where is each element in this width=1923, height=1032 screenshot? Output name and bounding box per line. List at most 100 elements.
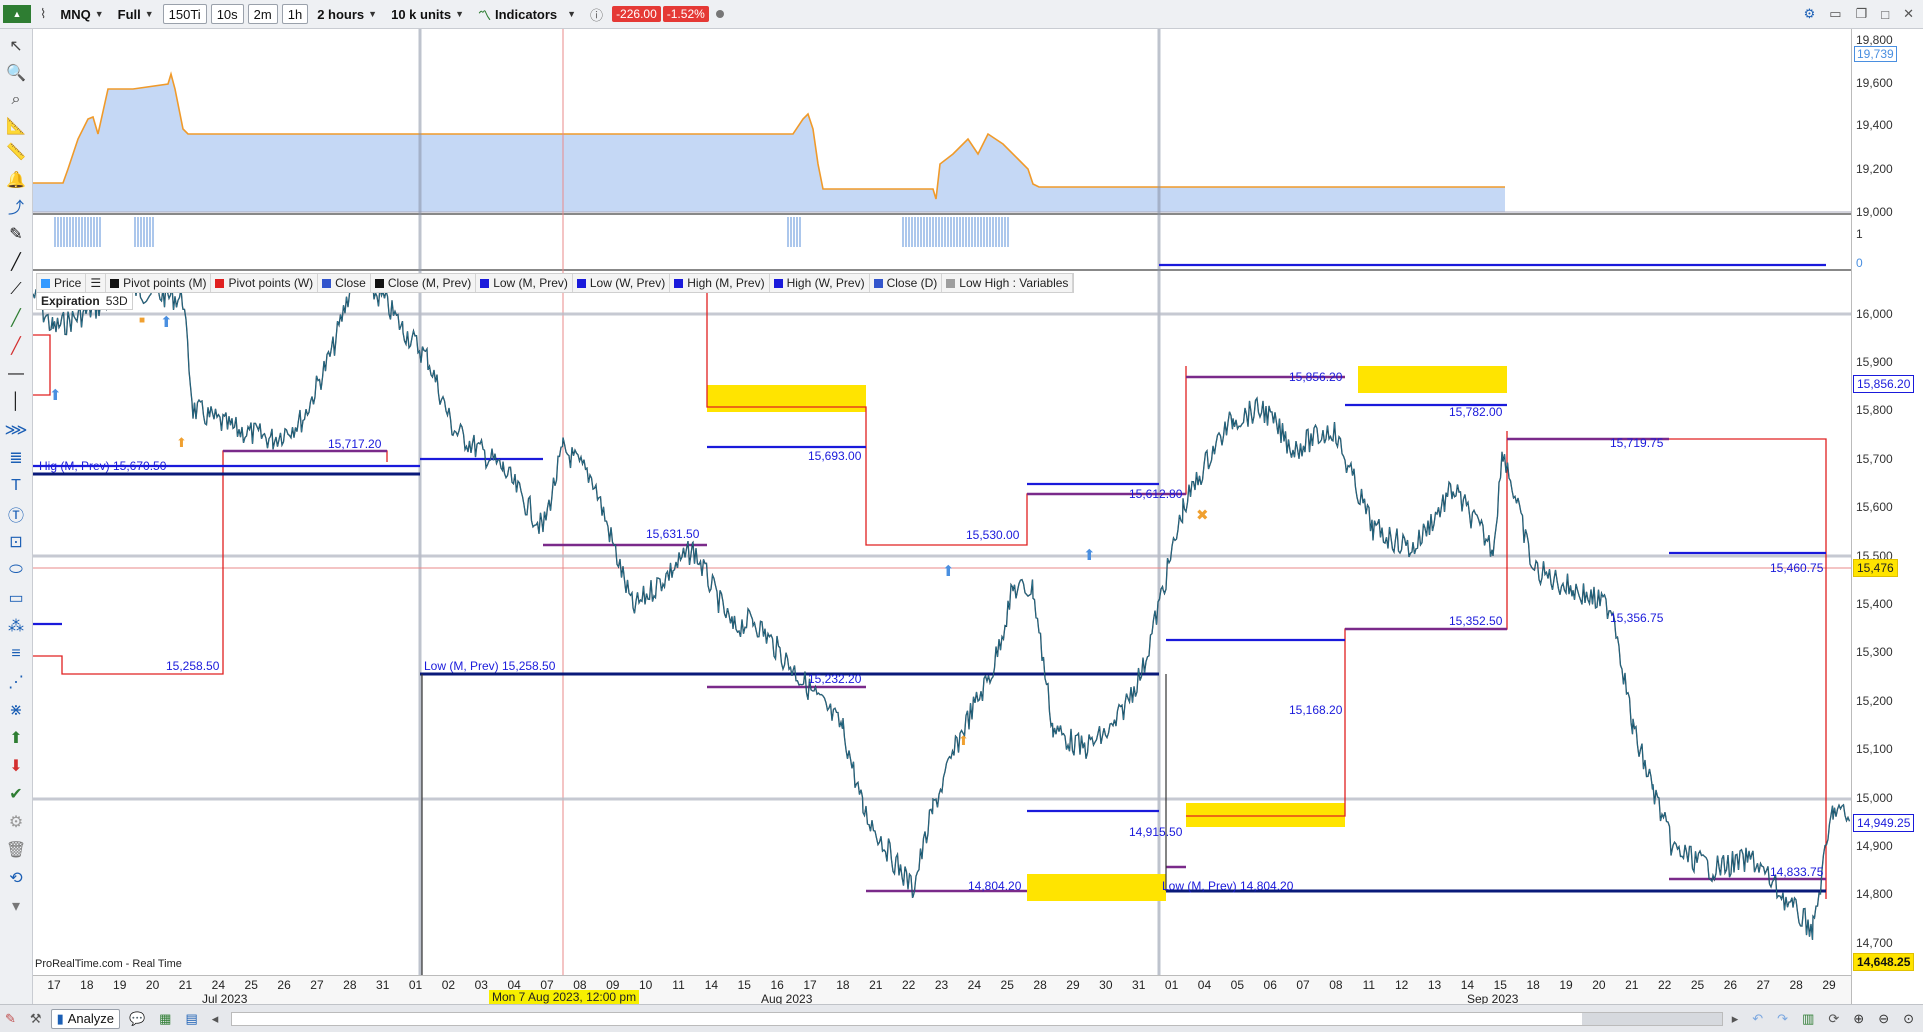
chart-type-icon[interactable]: ⌇	[35, 4, 51, 24]
ruler-icon[interactable]: 📏	[4, 141, 28, 163]
info-icon[interactable]: ⓘ	[585, 4, 608, 24]
legend-item-close[interactable]: Close	[318, 274, 371, 292]
legend-label: Close (M, Prev)	[387, 276, 472, 290]
chart-settings-icon[interactable]: ▥	[1797, 1009, 1819, 1029]
zoom-area-icon[interactable]: ⌕	[4, 89, 28, 111]
grid-icon[interactable]: ▦	[154, 1009, 176, 1029]
text-tool-icon[interactable]: T	[4, 475, 28, 497]
zoom-fit-icon[interactable]: ⊙	[1898, 1009, 1919, 1029]
close-icon[interactable]: ✕	[1898, 4, 1919, 24]
pointer-icon[interactable]: ↖	[4, 35, 28, 57]
day-label: 26	[277, 978, 291, 992]
text-circle-icon[interactable]: Ⓣ	[4, 503, 28, 525]
day-label: 18	[1526, 978, 1540, 992]
sell-arrow-icon[interactable]: ⬇	[4, 755, 28, 777]
tools-icon[interactable]: ⚒	[25, 1009, 47, 1029]
pencil-icon[interactable]: ✎	[4, 223, 28, 245]
fib-fan-icon[interactable]: ≡	[4, 643, 28, 665]
maximize-icon[interactable]: □	[1876, 4, 1894, 24]
range-selector[interactable]: 2 hours ▼	[312, 4, 382, 24]
interval-10s[interactable]: 10s	[210, 4, 244, 24]
gann-fan-icon[interactable]: ⋰	[4, 671, 28, 693]
interval-2m[interactable]: 2m	[247, 4, 278, 24]
gann-icon[interactable]: ⊡	[4, 531, 28, 553]
upper-axis-label: 1	[1856, 227, 1863, 241]
interval-150ti[interactable]: 150Ti	[162, 4, 207, 24]
settings-wheel-icon[interactable]: ⚙	[4, 811, 28, 833]
horizontal-scrollbar[interactable]	[231, 1011, 1723, 1026]
check-icon[interactable]: ✔	[4, 783, 28, 805]
draw-icon[interactable]: ✎	[0, 1009, 21, 1029]
fibonacci-icon[interactable]: ≣	[4, 447, 28, 469]
buy-arrow-icon[interactable]: ⬆	[4, 727, 28, 749]
svg-text:■: ■	[139, 315, 145, 326]
day-label: 16	[770, 978, 784, 992]
restore-icon[interactable]: ❐	[1851, 4, 1873, 24]
analyze-button[interactable]: ▮ Analyze	[50, 1008, 120, 1029]
analyze-icon: ▮	[56, 1010, 64, 1026]
zoom-icon[interactable]: 🔍	[4, 62, 28, 84]
price-chart[interactable]: ⬆ ⬆ ■ ⬆ ⬆ ⬆ ✖ ⬆	[33, 29, 1851, 975]
day-label: 19	[113, 978, 127, 992]
red-line-icon[interactable]: ╱	[4, 335, 28, 357]
day-label: 12	[1394, 978, 1409, 992]
scroll-left-icon[interactable]: ◂	[207, 1009, 224, 1029]
price-tick: 15,900	[1856, 355, 1893, 369]
trend-tool-icon[interactable]: ⤴	[4, 195, 28, 217]
measure-icon[interactable]: 📐	[4, 115, 28, 137]
line-tool-icon[interactable]: ╱	[4, 251, 28, 273]
sync-icon[interactable]: ⟲	[4, 867, 28, 889]
redo-icon[interactable]: ↷	[1772, 1009, 1793, 1029]
range-label: 2 hours	[317, 6, 365, 22]
legend-item-pivot-w[interactable]: Pivot points (W)	[211, 274, 319, 292]
rectangle-icon[interactable]: ▭	[4, 587, 28, 609]
zoom-out-icon[interactable]: ⊖	[1873, 1009, 1894, 1029]
alert-bell-icon[interactable]: 🔔	[4, 169, 28, 191]
legend-item-high-w-prev[interactable]: High (W, Prev)	[770, 274, 870, 292]
undo-icon[interactable]: ↶	[1747, 1009, 1768, 1029]
price-tick: 14,800	[1856, 887, 1893, 901]
channel-icon[interactable]: ⋙	[4, 419, 28, 441]
scroll-down-icon[interactable]: ▾	[4, 895, 28, 917]
price-axis[interactable]: 19,800 19,739 19,600 19,400 19,200 19,00…	[1851, 29, 1923, 1004]
trash-icon[interactable]: 🗑	[4, 839, 28, 861]
interval-1h[interactable]: 1h	[281, 4, 309, 24]
vertical-line-icon[interactable]: │	[4, 391, 28, 413]
day-label: 25	[244, 978, 258, 992]
legend-item-high-m-prev[interactable]: High (M, Prev)	[670, 274, 770, 292]
horizontal-line-icon[interactable]: —	[4, 363, 28, 385]
legend-menu[interactable]: ☰	[86, 274, 107, 292]
minimize-icon[interactable]: ▭	[1824, 4, 1846, 24]
pattern-icon[interactable]: ⁂	[4, 615, 28, 637]
zoom-in-icon[interactable]: ⊕	[1848, 1009, 1869, 1029]
day-label: 18	[836, 978, 850, 992]
upper-axis-label: 19,800	[1856, 33, 1893, 47]
legend-item-close-m-prev[interactable]: Close (M, Prev)	[371, 274, 477, 292]
andrews-icon[interactable]: ⋇	[4, 699, 28, 721]
legend-label: Close (D)	[886, 276, 938, 290]
ellipse-icon[interactable]: ⬭	[4, 559, 28, 581]
app-logo-icon[interactable]: ▲	[3, 5, 31, 23]
date-axis[interactable]: Jul 2023 Aug 2023 Sep 2023 Mon 7 Aug 202…	[33, 975, 1851, 1006]
refresh-icon[interactable]: ⟳	[1823, 1009, 1844, 1029]
green-line-icon[interactable]: ╱	[4, 307, 28, 329]
upper-axis-current: 19,739	[1854, 46, 1897, 62]
settings-icon[interactable]: ⚙	[1799, 4, 1821, 24]
day-label: 04	[1197, 978, 1212, 992]
layout-icon[interactable]: ▤	[180, 1009, 202, 1029]
chat-icon[interactable]: 💬	[124, 1009, 150, 1029]
legend-item-low-high[interactable]: Low High : Variables	[942, 274, 1074, 292]
legend-item-pivot-m[interactable]: Pivot points (M)	[106, 274, 212, 292]
indicators-button[interactable]: 〽 Indicators ▼	[473, 4, 581, 24]
mode-selector[interactable]: Full ▼	[113, 4, 159, 24]
units-selector[interactable]: 10 k units ▼	[386, 4, 469, 24]
instrument-selector[interactable]: MNQ ▼	[55, 4, 108, 24]
legend-item-low-m-prev[interactable]: Low (M, Prev)	[476, 274, 573, 292]
svg-text:⬆: ⬆	[1083, 547, 1096, 564]
legend-item-low-w-prev[interactable]: Low (W, Prev)	[573, 274, 671, 292]
scroll-right-icon[interactable]: ▸	[1727, 1009, 1744, 1029]
legend-item-price[interactable]: Price	[37, 274, 87, 292]
segment-icon[interactable]: ⟋	[4, 279, 28, 301]
scrollbar-thumb[interactable]	[1581, 1012, 1722, 1025]
legend-item-close-d[interactable]: Close (D)	[870, 274, 943, 292]
